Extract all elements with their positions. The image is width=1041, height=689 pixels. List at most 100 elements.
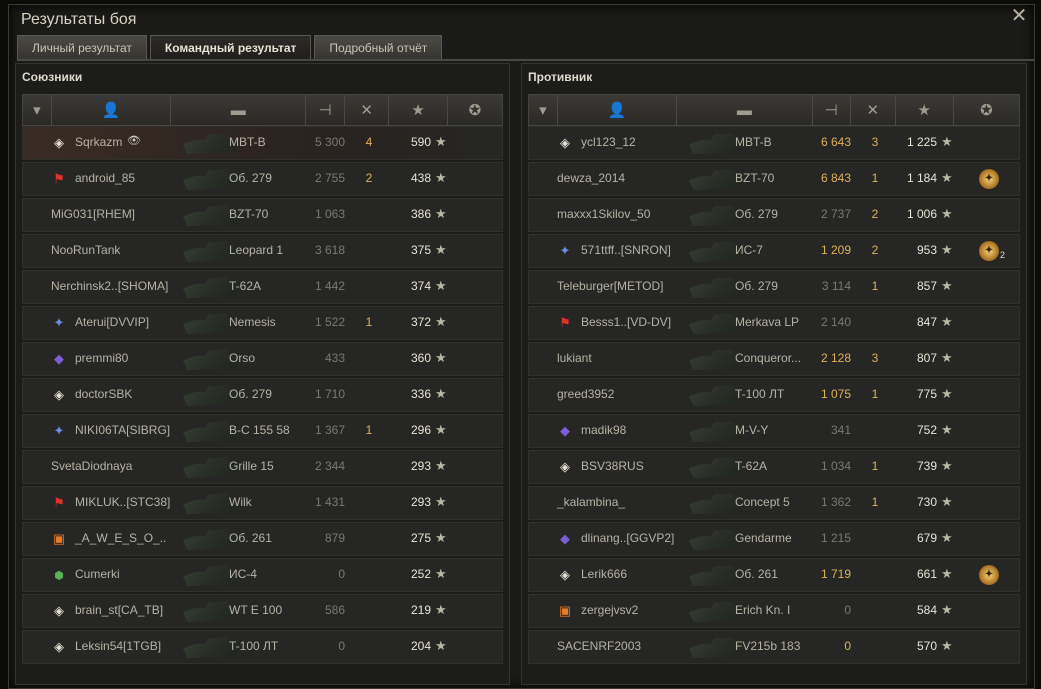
- xp-value: 375: [410, 243, 431, 257]
- player-row[interactable]: ◆ premmi80 Orso 433 360 ★: [22, 342, 503, 376]
- xp-value: 219: [410, 603, 431, 617]
- header-player-icon[interactable]: 👤: [52, 95, 172, 125]
- player-name: NIKI06TA[SIBRG]: [75, 423, 171, 437]
- allies-table-header: ▾ 👤 ▬ ⊣ ✕ ★ ✪: [22, 94, 503, 126]
- player-name: Sqrkazm: [75, 135, 123, 149]
- xp-star-icon: ★: [941, 170, 953, 185]
- tank-name: Nemesis: [229, 315, 276, 329]
- player-row[interactable]: SvetaDiodnaya Grille 15 2 344 293 ★: [22, 450, 503, 484]
- player-row[interactable]: ◈ BSV38RUS T-62A 1 034 1 739 ★: [528, 450, 1020, 484]
- header-rank-icon[interactable]: ▾: [529, 95, 558, 125]
- player-row[interactable]: maxxx1Skilov_50 Об. 279 2 737 2 1 006 ★: [528, 198, 1020, 232]
- player-name: Teleburger[METOD]: [557, 279, 664, 293]
- player-row[interactable]: NooRunTank Leopard 13 618 375 ★: [22, 234, 503, 268]
- tab-personal-result[interactable]: Личный результат: [17, 35, 147, 60]
- medal-icon[interactable]: ✦ 2: [979, 241, 1005, 261]
- xp-star-icon: ★: [941, 278, 953, 293]
- damage-value: 1 034: [820, 459, 851, 473]
- header-damage-icon[interactable]: ⊣: [306, 95, 345, 125]
- tab-detailed-report[interactable]: Подробный отчёт: [314, 35, 443, 60]
- medal-icon[interactable]: ✦: [979, 169, 999, 189]
- xp-value: 296: [410, 423, 431, 437]
- xp-value: 590: [410, 135, 431, 149]
- player-row[interactable]: ▣ _A_W_E_S_O_.. Об. 261 879 275 ★: [22, 522, 503, 556]
- tab-team-result[interactable]: Командный результат: [149, 35, 312, 60]
- header-tank-icon[interactable]: ▬: [171, 95, 307, 125]
- xp-value: 739: [916, 459, 937, 473]
- player-row[interactable]: ◆ madik98 M-V-Y 341 752 ★: [528, 414, 1020, 448]
- player-name: dlinang..[GGVP2]: [581, 531, 675, 545]
- header-xp-icon[interactable]: ★: [389, 95, 448, 125]
- player-row[interactable]: ◈ Lerik666 Об. 261 1 719 661 ★ ✦: [528, 558, 1020, 592]
- rank-badge-icon: ✦: [53, 423, 65, 438]
- player-row[interactable]: ✦ Aterui[DVVIP] Nemesis 1 522 1 372 ★: [22, 306, 503, 340]
- header-player-icon[interactable]: 👤: [558, 95, 678, 125]
- player-row[interactable]: ✦ 571ttff..[SNRON] ИС-7 1 209 2 953 ★ ✦ 2: [528, 234, 1020, 268]
- damage-value: 586: [324, 603, 345, 617]
- player-name: Cumerki: [75, 567, 120, 581]
- header-medal-icon[interactable]: ✪: [448, 95, 502, 125]
- header-medal-icon[interactable]: ✪: [954, 95, 1019, 125]
- player-row[interactable]: ▣ zergejvsv2 Erich Kn. I 0 584 ★: [528, 594, 1020, 628]
- tank-name: MBT-B: [735, 135, 772, 149]
- enemies-table: ◈ ycl123_12 MBT-B 6 643 3 1 225 ★ dewza_2014 BZT…: [528, 126, 1020, 666]
- header-kills-icon[interactable]: ✕: [345, 95, 390, 125]
- player-row[interactable]: dewza_2014 BZT-70 6 843 1 1 184 ★ ✦: [528, 162, 1020, 196]
- player-row[interactable]: Nerchinsk2..[SHOMA] T-62A 1 442 374 ★: [22, 270, 503, 304]
- player-row[interactable]: MiG031[RHEM] BZT-70 1 063 386 ★: [22, 198, 503, 232]
- player-row[interactable]: ◈ Sqrkazm 👁 MBT-B 5 300 4 590 ★: [22, 126, 503, 160]
- header-kills-icon[interactable]: ✕: [851, 95, 896, 125]
- xp-value: 953: [916, 243, 937, 257]
- player-row[interactable]: ⚑ android_85 Об. 279 2 755 2 438 ★: [22, 162, 503, 196]
- damage-value: 2 344: [314, 459, 345, 473]
- xp-star-icon: ★: [435, 134, 447, 149]
- xp-star-icon: ★: [941, 602, 953, 617]
- player-name: BSV38RUS: [581, 459, 644, 473]
- player-row[interactable]: ✦ NIKI06TA[SIBRG] B-C 155 58 1 367 1 296 ★: [22, 414, 503, 448]
- header-tank-icon[interactable]: ▬: [677, 95, 813, 125]
- medal-icon[interactable]: ✦: [979, 565, 999, 585]
- damage-value: 0: [844, 639, 851, 653]
- damage-value: 2 140: [820, 315, 851, 329]
- player-icon: 👤: [607, 102, 627, 119]
- player-name: SvetaDiodnaya: [51, 459, 133, 473]
- close-icon[interactable]: ✕: [1010, 6, 1028, 26]
- enemies-panel: Противник ▾ 👤 ▬ ⊣ ✕ ★ ✪ ◈ ycl123_12 MBT-B 6 643 3 1…: [521, 63, 1027, 685]
- player-name: maxxx1Skilov_50: [557, 207, 651, 221]
- player-row[interactable]: greed3952 T-100 ЛТ 1 075 1 775 ★: [528, 378, 1020, 412]
- player-row[interactable]: ◈ Leksin54[1TGB] T-100 ЛТ 0 204 ★: [22, 630, 503, 664]
- player-row[interactable]: ◈ ycl123_12 MBT-B 6 643 3 1 225 ★: [528, 126, 1020, 160]
- xp-star-icon: ★: [435, 422, 447, 437]
- tank-name: T-62A: [229, 279, 262, 293]
- player-row[interactable]: SACENRF2003 FV215b 183 0 570 ★: [528, 630, 1020, 664]
- xp-value: 730: [916, 495, 937, 509]
- allies-table: ◈ Sqrkazm 👁 MBT-B 5 300 4 590 ★ ⚑ android_85 Об. 2…: [22, 126, 503, 666]
- header-damage-icon[interactable]: ⊣: [813, 95, 852, 125]
- tank-name: MBT-B: [229, 135, 266, 149]
- player-row[interactable]: ◆ dlinang..[GGVP2] Gendarme 1 215 679 ★: [528, 522, 1020, 556]
- header-rank-icon[interactable]: ▾: [23, 95, 52, 125]
- player-row[interactable]: ⚑ MIKLUK..[STC38] Wilk 1 431 293 ★: [22, 486, 503, 520]
- tank-name: ИС-7: [735, 243, 763, 257]
- player-row[interactable]: ◈ brain_st[CA_TB] WT E 100 586 219 ★: [22, 594, 503, 628]
- damage-value: 1 362: [820, 495, 851, 509]
- player-row[interactable]: lukiant Conqueror... 2 128 3 807 ★: [528, 342, 1020, 376]
- tank-name: Wilk: [229, 495, 252, 509]
- tank-name: Об. 279: [229, 387, 272, 401]
- rank-badge-icon: ✦: [53, 315, 65, 330]
- xp-icon: ★: [411, 102, 425, 119]
- player-row[interactable]: _kalambina_ Concept 51 362 1 730 ★: [528, 486, 1020, 520]
- enemies-table-header: ▾ 👤 ▬ ⊣ ✕ ★ ✪: [528, 94, 1020, 126]
- damage-value: 1 522: [314, 315, 345, 329]
- header-xp-icon[interactable]: ★: [896, 95, 954, 125]
- damage-value: 0: [338, 639, 345, 653]
- damage-value: 6 843: [820, 171, 851, 185]
- player-row[interactable]: ⬢ Cumerki ИС-4 0 252 ★: [22, 558, 503, 592]
- player-row[interactable]: Teleburger[METOD] Об. 279 3 114 1 857 ★: [528, 270, 1020, 304]
- player-row[interactable]: ◈ doctorSBK Об. 279 1 710 336 ★: [22, 378, 503, 412]
- kills-icon: ✕: [360, 102, 373, 119]
- player-row[interactable]: ⚑ Besss1..[VD-DV] Merkava LP 2 140 847 ★: [528, 306, 1020, 340]
- player-name: brain_st[CA_TB]: [75, 603, 164, 617]
- xp-value: 372: [410, 315, 431, 329]
- tank-name: Об. 279: [735, 279, 778, 293]
